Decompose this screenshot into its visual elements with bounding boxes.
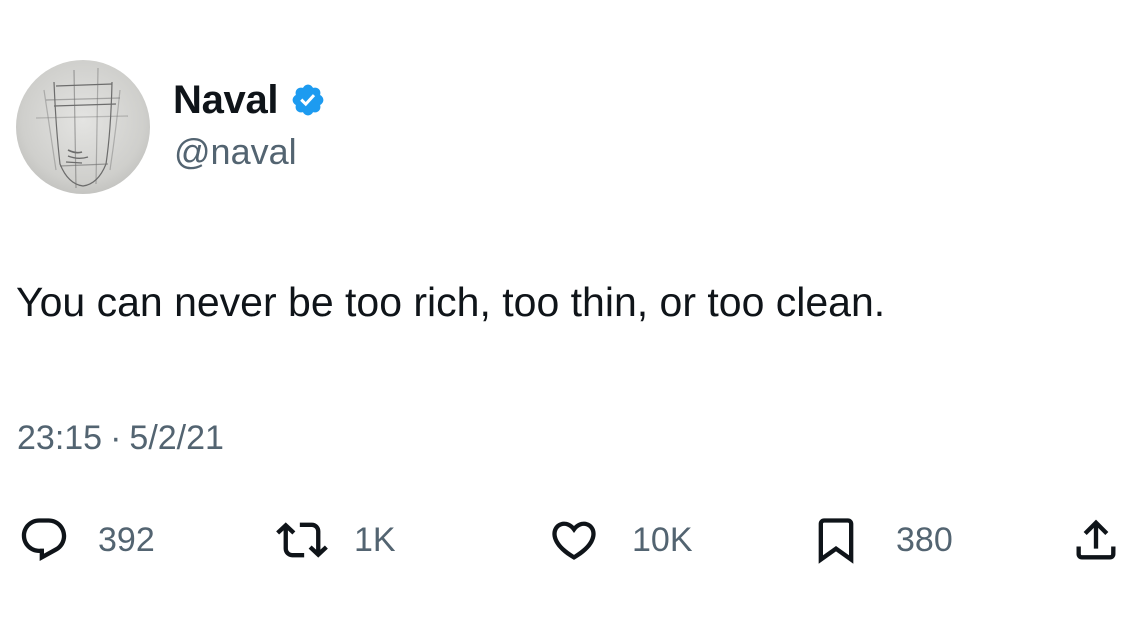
retweet-button[interactable]: 1K <box>276 510 396 570</box>
reply-button[interactable]: 392 <box>18 510 155 570</box>
tweet-timestamp: 23:15 · 5/2/21 <box>17 416 224 460</box>
meta-separator: · <box>110 419 122 457</box>
sketched-face-avatar-icon <box>16 60 150 194</box>
reply-count: 392 <box>98 521 155 559</box>
heart-icon <box>548 514 600 566</box>
share-button[interactable] <box>1070 510 1122 570</box>
retweet-arrows-icon <box>276 514 328 566</box>
share-upload-icon <box>1070 514 1122 566</box>
tweet-time[interactable]: 23:15 <box>17 419 102 457</box>
bookmark-button[interactable]: 380 <box>810 510 953 570</box>
reply-bubble-icon <box>18 514 70 566</box>
author-name-row: Naval <box>173 76 326 124</box>
bookmark-icon <box>810 514 862 566</box>
like-button[interactable]: 10K <box>548 510 693 570</box>
like-count: 10K <box>632 521 693 559</box>
avatar[interactable] <box>16 60 150 194</box>
author-handle[interactable]: @naval <box>174 130 297 174</box>
retweet-count: 1K <box>354 521 396 559</box>
tweet-date[interactable]: 5/2/21 <box>129 419 224 457</box>
tweet-text: You can never be too rich, too thin, or … <box>16 279 886 325</box>
author-display-name[interactable]: Naval <box>173 76 279 124</box>
verified-badge-icon <box>290 82 326 118</box>
bookmark-count: 380 <box>896 521 953 559</box>
